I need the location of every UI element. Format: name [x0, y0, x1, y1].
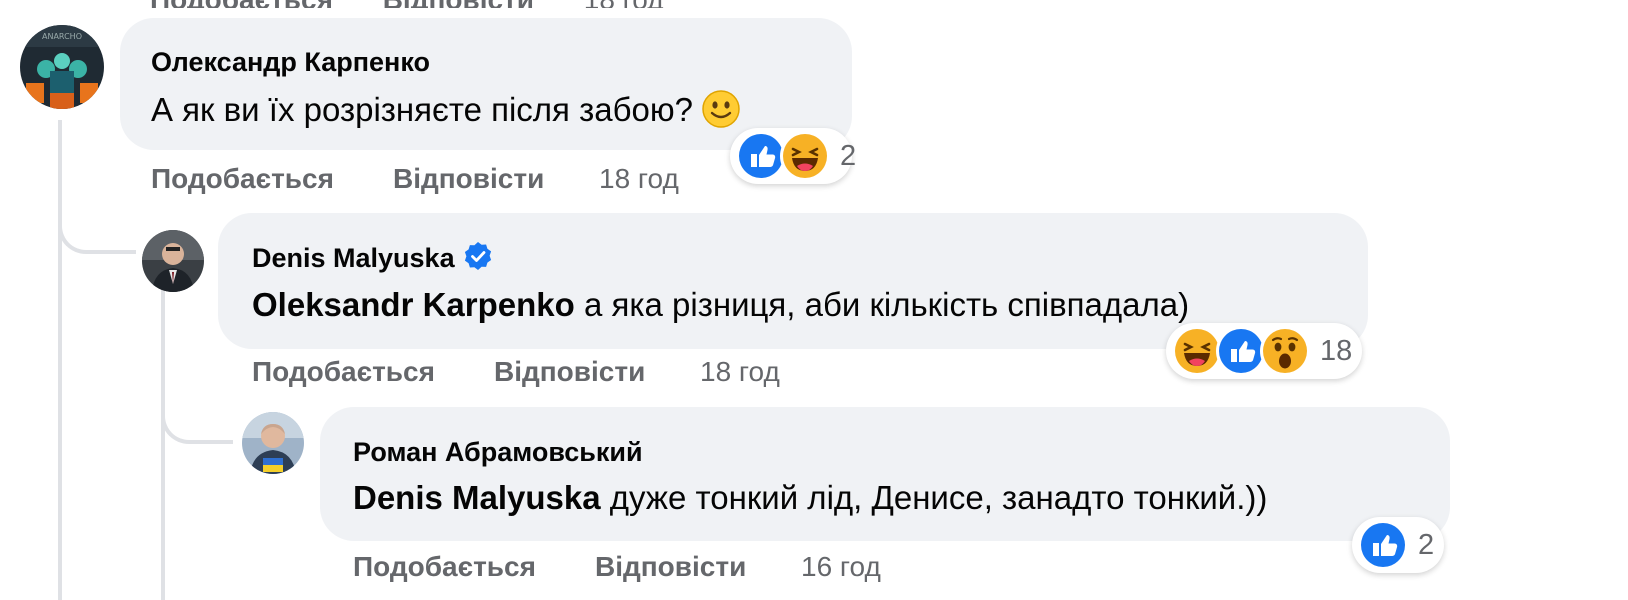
thread-connector — [161, 380, 233, 444]
reaction-summary[interactable]: 18 — [1166, 323, 1362, 379]
haha-icon — [780, 131, 830, 181]
reaction-count: 2 — [1418, 528, 1435, 561]
previous-comment-actions: Подобається Відповісти 18 год — [150, 0, 706, 8]
mention-link[interactable]: Oleksandr Karpenko — [252, 286, 575, 323]
like-icon — [1216, 326, 1266, 376]
comment-bubble — [320, 407, 1450, 541]
timestamp[interactable]: 16 год — [801, 551, 881, 583]
like-action[interactable]: Подобається — [353, 551, 536, 582]
comment-text: Oleksandr Karpenko а яка різниця, аби кі… — [252, 286, 1189, 324]
comment-text: А як ви їх розрізняєте після забою? — [151, 89, 741, 129]
comment-author[interactable]: Олександр Карпенко — [151, 47, 430, 78]
timestamp[interactable]: 18 год — [584, 0, 664, 8]
verified-badge-icon — [463, 241, 493, 271]
reply-action[interactable]: Відповісти — [393, 163, 544, 195]
svg-text:ANARCHO: ANARCHO — [42, 32, 82, 41]
comment-bubble — [120, 18, 852, 150]
mention-link[interactable]: Denis Malyuska — [353, 479, 601, 516]
thread-line — [161, 290, 165, 600]
avatar[interactable] — [242, 412, 304, 474]
reaction-summary[interactable]: 2 — [730, 128, 856, 184]
reaction-count: 2 — [840, 139, 857, 172]
reply-action[interactable]: Відповісти — [494, 356, 645, 388]
timestamp[interactable]: 18 год — [599, 163, 679, 195]
reaction-count: 18 — [1320, 334, 1353, 367]
comment-thread: Подобається Відповісти 18 год ANARCHO Ол… — [0, 0, 1628, 600]
like-action[interactable]: Подобається — [151, 163, 334, 194]
comment-author[interactable]: Роман Абрамовський — [353, 437, 643, 468]
slightly-smiling-face-icon — [701, 89, 741, 129]
avatar[interactable]: ANARCHO — [20, 25, 104, 109]
timestamp[interactable]: 18 год — [700, 356, 780, 388]
comment-actions: Подобається Відповісти 16 год — [353, 551, 881, 583]
comment-text-body: дуже тонкий лід, Денисе, занадто тонкий.… — [600, 479, 1268, 516]
avatar[interactable] — [142, 230, 204, 292]
reaction-summary[interactable]: 2 — [1352, 517, 1444, 573]
comment-actions: Подобається Відповісти 18 год — [151, 163, 679, 195]
wow-icon — [1260, 326, 1310, 376]
reply-action[interactable]: Відповісти — [595, 551, 746, 583]
reply-action[interactable]: Відповісти — [383, 0, 534, 8]
like-action[interactable]: Подобається — [252, 356, 435, 387]
like-icon — [1358, 520, 1408, 570]
comment-author: Denis Malyuska — [252, 241, 493, 274]
comment-text-body: А як ви їх розрізняєте після забою? — [151, 91, 693, 128]
comment-author-name[interactable]: Denis Malyuska — [252, 243, 455, 273]
comment-text-body: а яка різниця, аби кількість співпадала) — [574, 286, 1190, 323]
comment-actions: Подобається Відповісти 18 год — [252, 356, 780, 388]
like-action[interactable]: Подобається — [150, 0, 333, 8]
comment-text: Denis Malyuska дуже тонкий лід, Денисе, … — [353, 479, 1267, 517]
haha-icon — [1172, 326, 1222, 376]
like-icon — [736, 131, 786, 181]
thread-connector — [58, 190, 136, 254]
